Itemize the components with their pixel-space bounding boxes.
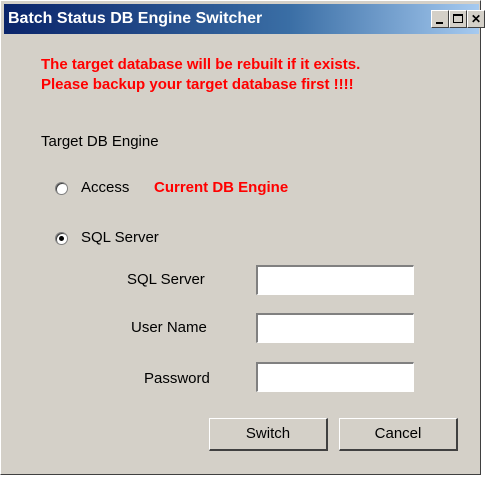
- switch-button[interactable]: Switch: [209, 418, 328, 451]
- password-field-label: Password: [144, 370, 210, 387]
- window-title: Batch Status DB Engine Switcher: [8, 10, 263, 27]
- server-input[interactable]: [256, 265, 414, 295]
- cancel-button[interactable]: Cancel: [339, 418, 458, 451]
- server-field-label: SQL Server: [127, 271, 205, 288]
- user-name-input[interactable]: [256, 313, 414, 343]
- access-radio[interactable]: [55, 182, 68, 195]
- user-field-label: User Name: [131, 319, 207, 336]
- warning-line-2: Please backup your target database first…: [41, 76, 354, 93]
- title-bar[interactable]: Batch Status DB Engine Switcher ✕: [4, 4, 485, 34]
- warning-line-1: The target database will be rebuilt if i…: [41, 56, 361, 73]
- password-input[interactable]: [256, 362, 414, 392]
- sql-server-radio-label[interactable]: SQL Server: [81, 229, 159, 246]
- access-radio-label[interactable]: Access: [81, 179, 129, 196]
- close-icon: ✕: [470, 12, 482, 26]
- maximize-icon: [453, 14, 463, 23]
- close-button[interactable]: ✕: [467, 10, 485, 28]
- target-engine-label: Target DB Engine: [41, 133, 159, 150]
- warning-message: The target database will be rebuilt if i…: [41, 55, 360, 95]
- minimize-button[interactable]: [431, 10, 449, 28]
- current-engine-badge: Current DB Engine: [154, 179, 289, 196]
- sql-server-radio[interactable]: [55, 232, 68, 245]
- switcher-window: Batch Status DB Engine Switcher ✕ The ta…: [0, 0, 485, 475]
- minimize-icon: [436, 22, 443, 24]
- maximize-button[interactable]: [449, 10, 467, 28]
